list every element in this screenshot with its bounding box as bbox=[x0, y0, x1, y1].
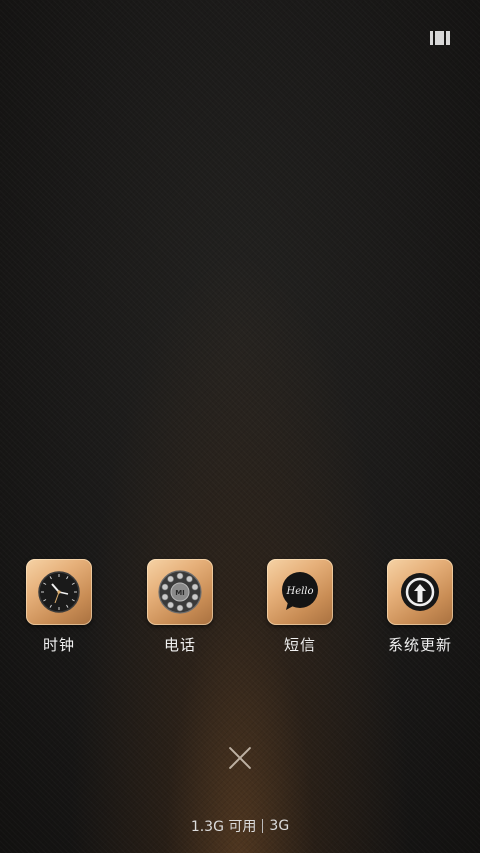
app-label: 电话 bbox=[163, 636, 196, 654]
recent-app-system-update[interactable]: 系统更新 bbox=[370, 559, 470, 655]
recent-apps-icon-bar bbox=[435, 31, 444, 45]
memory-available: 1.3G 可用 bbox=[190, 819, 257, 835]
message-bubble-text: Hello bbox=[285, 586, 313, 597]
clock-icon bbox=[38, 571, 80, 613]
memory-divider bbox=[262, 819, 264, 833]
network-type: 3G bbox=[269, 818, 290, 834]
recent-apps-icon[interactable] bbox=[430, 31, 450, 45]
recent-apps-row: 时钟 MI 电话 Hello 短信 系统更新 bbox=[0, 559, 480, 669]
recent-app-messages[interactable]: Hello 短信 bbox=[250, 559, 350, 655]
app-label: 时钟 bbox=[42, 636, 75, 654]
recent-apps-icon-bar bbox=[446, 31, 450, 45]
system-update-icon bbox=[401, 573, 439, 611]
app-tile[interactable] bbox=[387, 559, 453, 625]
phone-dial-icon: MI bbox=[158, 570, 202, 614]
recent-app-clock[interactable]: 时钟 bbox=[9, 559, 109, 655]
app-tile[interactable] bbox=[26, 559, 92, 625]
close-icon[interactable] bbox=[226, 744, 254, 772]
message-bubble-icon: Hello bbox=[282, 572, 318, 610]
memory-status: 1.3G 可用 3G bbox=[0, 816, 480, 836]
phone-dial-label: MI bbox=[175, 589, 185, 597]
recent-apps-icon-bar bbox=[430, 31, 433, 45]
background-texture bbox=[0, 0, 480, 853]
app-tile[interactable]: MI bbox=[147, 559, 213, 625]
app-tile[interactable]: Hello bbox=[267, 559, 333, 625]
app-label: 系统更新 bbox=[387, 636, 452, 654]
recent-app-phone[interactable]: MI 电话 bbox=[130, 559, 230, 655]
app-label: 短信 bbox=[283, 636, 316, 654]
